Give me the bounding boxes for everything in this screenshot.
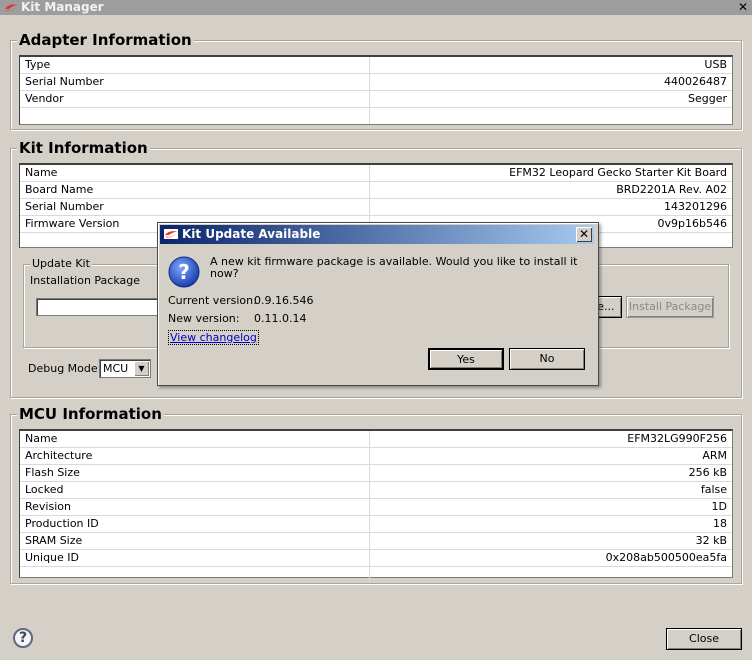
table-row: Type USB [20, 57, 732, 74]
help-icon[interactable]: ? [13, 628, 33, 648]
kit-update-dialog: Kit Update Available ✕ ? A new kit firmw… [157, 222, 599, 386]
table-row: Production ID 18 [20, 516, 732, 533]
table-row: Name EFM32LG990F256 [20, 431, 732, 448]
mcu-unique-id-value: 0x208ab500500ea5fa [605, 551, 727, 564]
mcu-information-title: MCU Information [17, 405, 164, 423]
adapter-vendor-value: Segger [687, 92, 727, 105]
kit-name-value: EFM32 Leopard Gecko Starter Kit Board [509, 166, 727, 179]
kit-board-name-value: BRD2201A Rev. A02 [616, 183, 727, 196]
debug-mode-select[interactable]: MCU ▼ [99, 359, 151, 378]
debug-mode-label: Debug Mode: [28, 362, 102, 375]
mcu-production-id-value: 18 [713, 517, 727, 530]
table-row: Unique ID 0x208ab500500ea5fa [20, 550, 732, 567]
mcu-production-id-label: Production ID [20, 516, 370, 532]
mcu-architecture-label: Architecture [20, 448, 370, 464]
silabs-logo-icon [164, 229, 178, 239]
mcu-flash-size-value: 256 kB [688, 466, 727, 479]
window-titlebar: Kit Manager ✕ [0, 0, 752, 15]
table-row: Flash Size 256 kB [20, 465, 732, 482]
kit-firmware-value: 0v9p16b546 [657, 217, 727, 230]
installation-package-input[interactable] [36, 298, 166, 316]
table-row: Serial Number 143201296 [20, 199, 732, 216]
mcu-name-label: Name [20, 431, 370, 447]
table-row: Board Name BRD2201A Rev. A02 [20, 182, 732, 199]
mcu-locked-label: Locked [20, 482, 370, 498]
table-row: Locked false [20, 482, 732, 499]
adapter-type-label: Type [20, 57, 370, 73]
table-row: Architecture ARM [20, 448, 732, 465]
adapter-serial-value: 440026487 [664, 75, 727, 88]
table-row: Revision 1D [20, 499, 732, 516]
adapter-vendor-label: Vendor [20, 91, 370, 107]
mcu-flash-size-label: Flash Size [20, 465, 370, 481]
table-row: SRAM Size 32 kB [20, 533, 732, 550]
update-kit-title: Update Kit [30, 257, 92, 271]
table-row: Serial Number 440026487 [20, 74, 732, 91]
table-row: Name EFM32 Leopard Gecko Starter Kit Boa… [20, 165, 732, 182]
install-package-button[interactable]: Install Package [626, 296, 714, 318]
view-changelog-link[interactable]: View changelog [168, 330, 259, 345]
table-row: Vendor Segger [20, 91, 732, 108]
question-icon: ? [168, 256, 200, 288]
window-close-button[interactable]: ✕ [736, 1, 750, 14]
table-row-empty [20, 567, 732, 583]
close-button[interactable]: Close [666, 628, 742, 650]
mcu-unique-id-label: Unique ID [20, 550, 370, 566]
mcu-revision-label: Revision [20, 499, 370, 515]
mcu-information-table: Name EFM32LG990F256 Architecture ARM Fla… [19, 429, 733, 583]
mcu-revision-value: 1D [711, 500, 727, 513]
yes-button[interactable]: Yes [428, 348, 504, 370]
dialog-title: Kit Update Available [182, 227, 321, 241]
mcu-name-value: EFM32LG990F256 [627, 432, 727, 445]
table-row-empty [20, 108, 732, 124]
kit-information-title: Kit Information [17, 139, 150, 157]
adapter-information-table: Type USB Serial Number 440026487 Vendor … [19, 55, 733, 125]
mcu-locked-value: false [700, 483, 727, 496]
kit-board-name-label: Board Name [20, 182, 370, 198]
current-version-value: 0.9.16.546 [254, 294, 314, 307]
dialog-message: A new kit firmware package is available.… [210, 255, 578, 280]
kit-serial-label: Serial Number [20, 199, 370, 215]
kit-name-label: Name [20, 165, 370, 181]
silabs-logo-icon [5, 4, 17, 11]
chevron-down-icon[interactable]: ▼ [134, 361, 149, 376]
new-version-label: New version: [168, 312, 240, 325]
kit-serial-value: 143201296 [664, 200, 727, 213]
dialog-close-button[interactable]: ✕ [576, 227, 592, 242]
dialog-titlebar: Kit Update Available ✕ [160, 225, 594, 244]
mcu-sram-size-value: 32 kB [695, 534, 727, 547]
new-version-value: 0.11.0.14 [254, 312, 307, 325]
current-version-label: Current version: [168, 294, 257, 307]
debug-mode-value: MCU [103, 362, 129, 375]
adapter-type-value: USB [704, 58, 727, 71]
adapter-information-title: Adapter Information [17, 31, 194, 49]
no-button[interactable]: No [509, 348, 585, 370]
window-title: Kit Manager [21, 0, 104, 14]
mcu-architecture-value: ARM [702, 449, 727, 462]
adapter-serial-label: Serial Number [20, 74, 370, 90]
svg-text:?: ? [178, 260, 190, 284]
mcu-sram-size-label: SRAM Size [20, 533, 370, 549]
installation-package-label: Installation Package [30, 274, 141, 287]
